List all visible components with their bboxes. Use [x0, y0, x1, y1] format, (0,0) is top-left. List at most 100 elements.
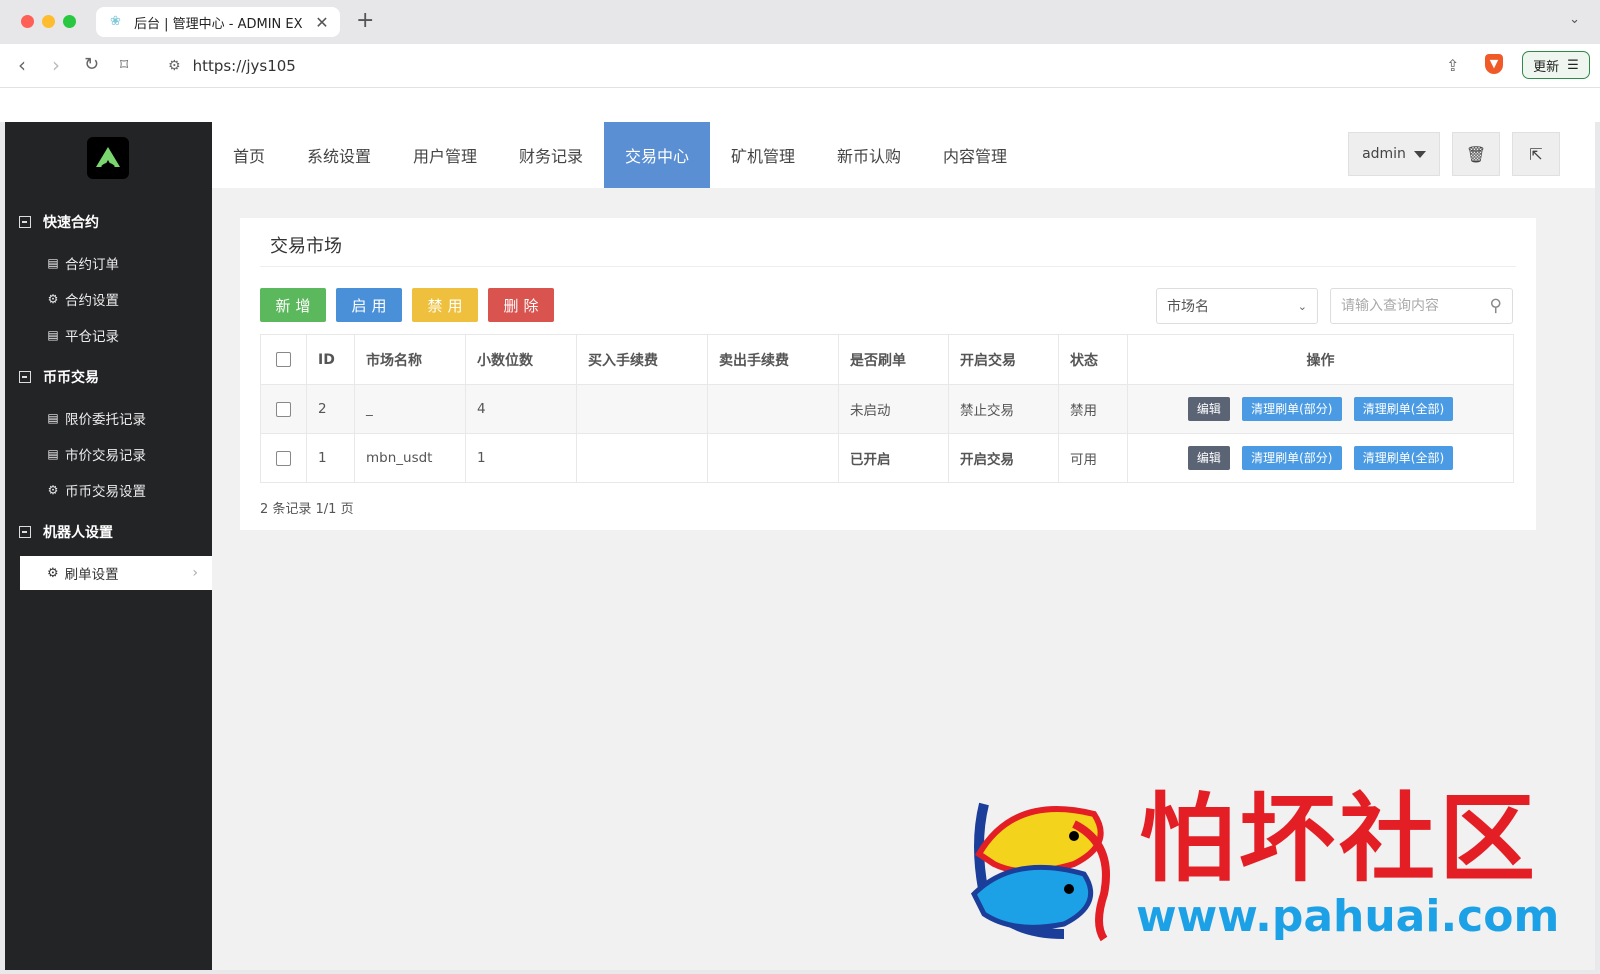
user-name: admin: [1362, 146, 1406, 162]
fish-logo-icon: [970, 802, 1110, 942]
col-buy-fee: 买入手续费: [576, 334, 708, 385]
logout-button[interactable]: ⇱: [1512, 132, 1560, 176]
sidebar-group-robot-settings[interactable]: 机器人设置: [19, 522, 113, 542]
nav-miner-management[interactable]: 矿机管理: [710, 122, 816, 188]
nav-home[interactable]: 首页: [212, 122, 286, 188]
edit-button[interactable]: 编辑: [1187, 397, 1230, 421]
cell-status: 可用: [1058, 433, 1128, 483]
list-icon: ▤: [47, 411, 59, 425]
sidebar-item-limit-orders[interactable]: ▤ 限价委托记录: [47, 408, 146, 428]
cell-market-name: mbn_usdt: [354, 433, 466, 483]
cell-sell-fee: [707, 433, 839, 483]
address-bar[interactable]: ⚙ https://jys105: [154, 50, 1474, 82]
clear-brush-part-button[interactable]: 清理刷单(部分): [1242, 397, 1342, 421]
gear-icon: ⚙: [47, 565, 59, 581]
sidebar-group-coin-trade[interactable]: 币币交易: [19, 367, 99, 387]
cell-trade-open: 开启交易: [948, 433, 1059, 483]
tab-close-icon[interactable]: ✕: [314, 13, 330, 32]
divider: [260, 266, 1516, 267]
window-minimize-button[interactable]: [42, 15, 55, 28]
browser-tabbar: ❀ 后台 | 管理中心 - ADMIN EX ✕ + ⌄: [0, 0, 1600, 44]
cell-id: 1: [306, 433, 355, 483]
sidebar-item-label: 平仓记录: [65, 329, 119, 345]
disable-button[interactable]: 禁用: [412, 288, 478, 322]
sidebar-item-contract-settings[interactable]: ⚙ 合约设置: [47, 289, 119, 309]
col-actions: 操作: [1127, 334, 1514, 385]
row-checkbox[interactable]: [276, 450, 291, 466]
window-zoom-button[interactable]: [63, 15, 76, 28]
cell-sell-fee: [707, 384, 839, 434]
cell-actions: 编辑 清理刷单(部分) 清理刷单(全部): [1127, 433, 1514, 483]
market-field-select[interactable]: 市场名 ⌄: [1156, 288, 1318, 324]
update-button[interactable]: 更新 ☰: [1522, 51, 1590, 79]
clear-brush-all-button[interactable]: 清理刷单(全部): [1353, 446, 1454, 470]
sidebar-item-coin-trade-settings[interactable]: ⚙ 币币交易设置: [47, 480, 146, 500]
logo-icon: [96, 147, 120, 168]
search-icon[interactable]: ⚲: [1490, 296, 1502, 316]
bookmark-icon[interactable]: ⌑: [120, 54, 128, 76]
cell-brush: 已开启: [838, 433, 949, 483]
sidebar-item-contract-orders[interactable]: ▤ 合约订单: [47, 253, 119, 273]
user-dropdown[interactable]: admin: [1348, 132, 1440, 176]
row-checkbox[interactable]: [276, 401, 291, 417]
select-all-cell: [260, 334, 307, 385]
col-market-name: 市场名称: [354, 334, 466, 385]
new-tab-icon[interactable]: +: [356, 10, 374, 32]
gear-icon: ⚙: [47, 292, 59, 306]
row-select-cell: [260, 433, 307, 483]
url-text[interactable]: https://jys105: [193, 57, 296, 75]
search-box[interactable]: ⚲: [1330, 288, 1513, 324]
sidebar-group-quick-contract[interactable]: 快速合约: [19, 212, 99, 232]
select-all-checkbox[interactable]: [276, 352, 291, 367]
col-id: ID: [306, 334, 355, 385]
back-icon[interactable]: ‹: [18, 54, 26, 76]
nav-system-settings[interactable]: 系统设置: [286, 122, 392, 188]
clear-brush-part-button[interactable]: 清理刷单(部分): [1242, 446, 1342, 470]
market-table: ID 市场名称 小数位数 买入手续费 卖出手续费 是否刷单 开启交易 状态 操作…: [260, 334, 1514, 483]
clear-cache-button[interactable]: 🗑: [1452, 132, 1500, 176]
col-decimals: 小数位数: [465, 334, 577, 385]
brave-shield-icon[interactable]: ▼: [1485, 54, 1503, 74]
page-top-gap: [0, 88, 1600, 122]
share-icon[interactable]: ⇪: [1446, 56, 1459, 75]
nav-finance-records[interactable]: 财务记录: [498, 122, 604, 188]
sidebar-item-close-records[interactable]: ▤ 平仓记录: [47, 325, 119, 345]
update-label: 更新: [1533, 59, 1560, 75]
chevron-down-icon[interactable]: ⌄: [1569, 12, 1580, 27]
nav-user-management[interactable]: 用户管理: [392, 122, 498, 188]
list-icon: ▤: [47, 328, 59, 342]
row-select-cell: [260, 384, 307, 434]
cell-status: 禁用: [1058, 384, 1128, 434]
list-icon: ▤: [47, 447, 59, 461]
sidebar-item-market-trades[interactable]: ▤ 市价交易记录: [47, 444, 146, 464]
tab-title: 后台 | 管理中心 - ADMIN EX: [134, 16, 303, 32]
app-logo[interactable]: [87, 137, 129, 179]
sidebar-item-brush-settings[interactable]: ⚙ 刷单设置 ›: [20, 556, 212, 590]
browser-tab[interactable]: ❀ 后台 | 管理中心 - ADMIN EX ✕: [96, 7, 340, 37]
watermark-url: www.pahuai.com: [1136, 891, 1560, 942]
sidebar-item-label: 合约订单: [65, 257, 119, 273]
site-settings-icon[interactable]: ⚙: [168, 58, 181, 74]
market-panel: 交易市场 新增 启用 禁用 删除 市场名 ⌄ ⚲ ID 市场名称 小数位数 买入…: [240, 218, 1536, 530]
col-status: 状态: [1058, 334, 1128, 385]
collapse-icon: [19, 526, 31, 538]
delete-button[interactable]: 删除: [488, 288, 554, 322]
top-nav: 首页 系统设置 用户管理 财务记录 交易中心 矿机管理 新币认购 内容管理 ad…: [212, 122, 1595, 188]
search-input[interactable]: [1341, 298, 1481, 314]
chevron-down-icon: ⌄: [1297, 299, 1307, 313]
menu-icon: ☰: [1567, 57, 1579, 73]
edit-button[interactable]: 编辑: [1187, 446, 1230, 470]
table-row: 1 mbn_usdt 1 已开启 开启交易 可用 编辑 清理刷单(部分) 清理刷…: [260, 433, 1514, 483]
add-button[interactable]: 新增: [260, 288, 326, 322]
logout-icon: ⇱: [1529, 144, 1543, 164]
clear-brush-all-button[interactable]: 清理刷单(全部): [1353, 397, 1454, 421]
sidebar-item-label: 合约设置: [65, 293, 119, 309]
reload-icon[interactable]: ↻: [84, 54, 99, 76]
window-close-button[interactable]: [21, 15, 34, 28]
nav-trade-center[interactable]: 交易中心: [604, 122, 710, 188]
enable-button[interactable]: 启用: [336, 288, 402, 322]
sidebar-item-label: 刷单设置: [64, 567, 119, 583]
nav-new-coin-subscription[interactable]: 新币认购: [816, 122, 922, 188]
forward-icon[interactable]: ›: [52, 54, 60, 76]
nav-content-management[interactable]: 内容管理: [922, 122, 1028, 188]
